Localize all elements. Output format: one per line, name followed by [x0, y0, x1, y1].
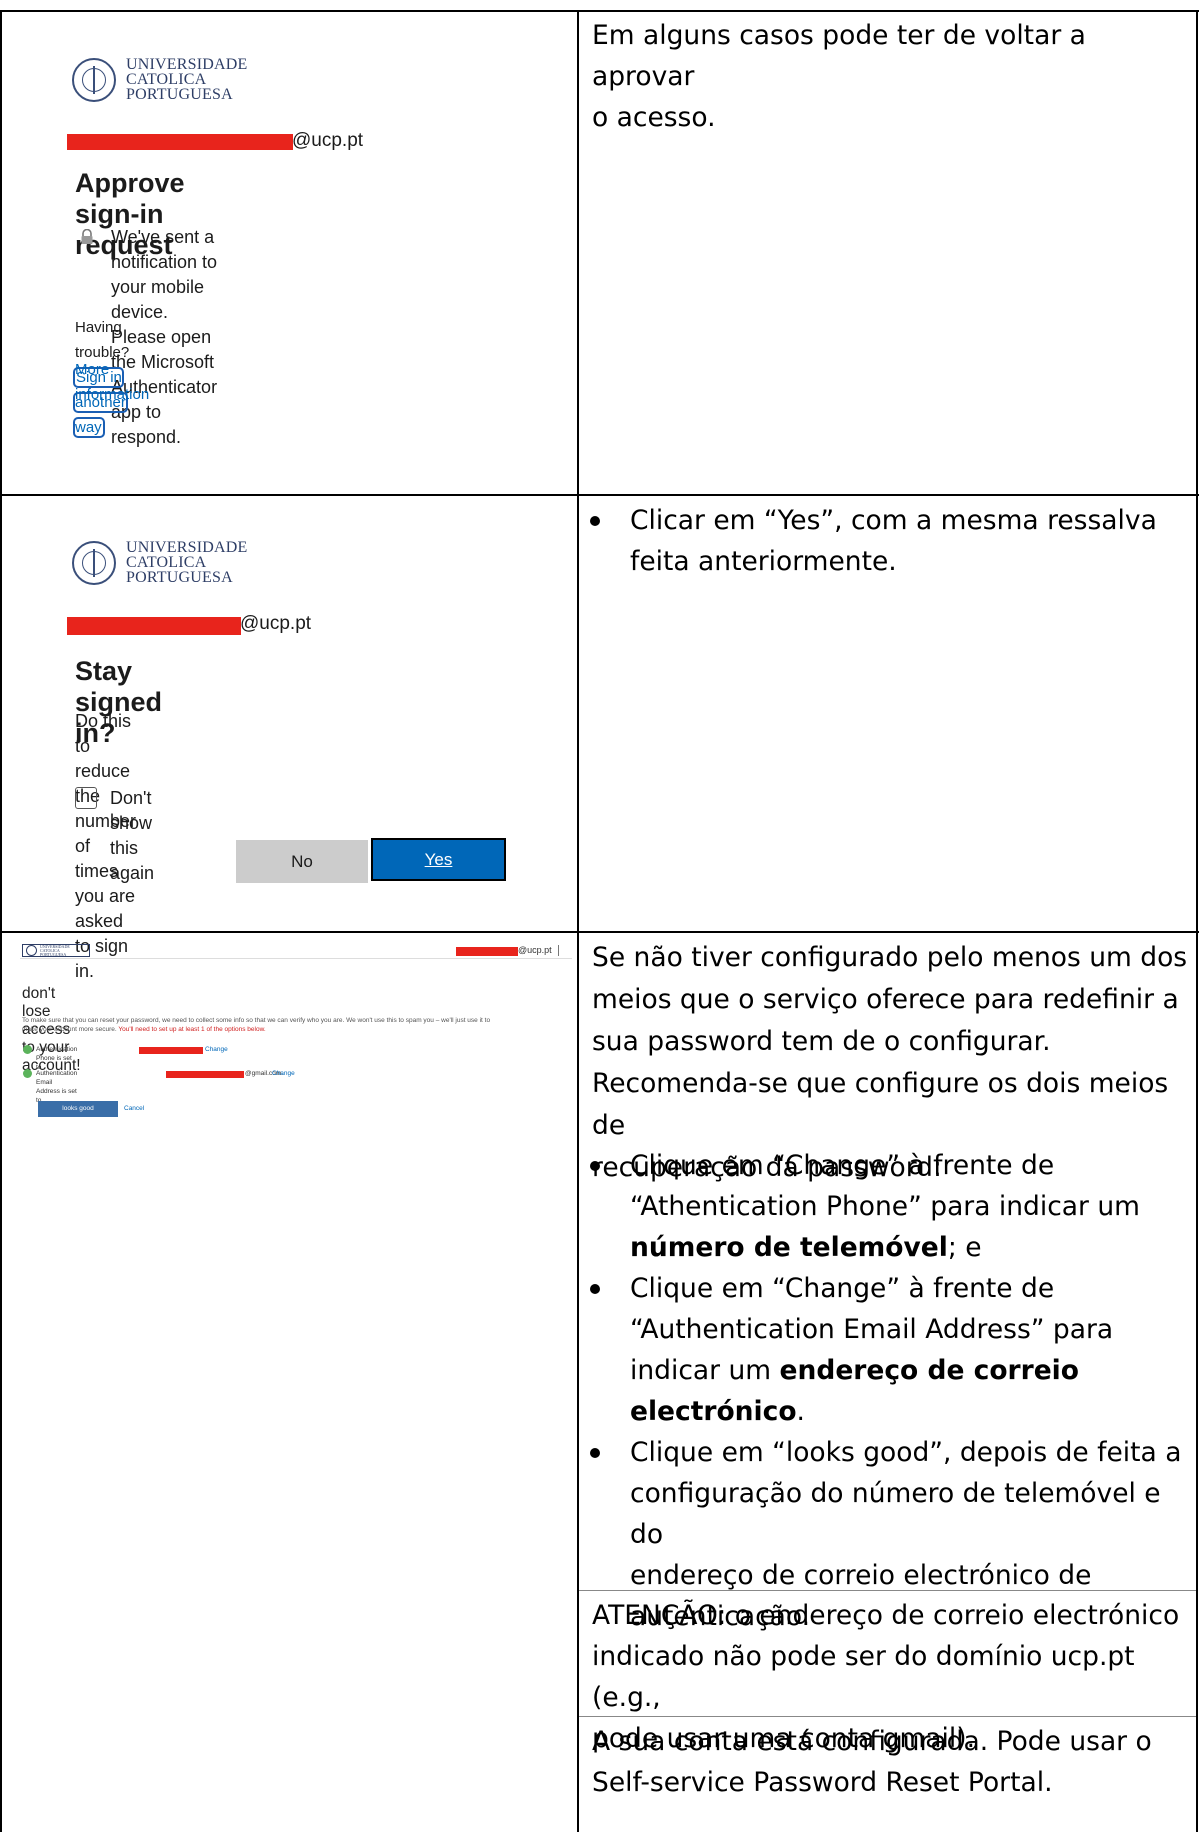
table-border-top [0, 10, 1199, 12]
change-email-instruction: Clique em “Change” à frente de “Authenti… [630, 1273, 1114, 1427]
ucp-logo-text: UNIVERSIDADE CATOLICA PORTUGUESA [126, 539, 248, 586]
redacted-auth-email [166, 1071, 244, 1078]
table-row-divider-2 [0, 931, 1199, 933]
auth-phone-row: Authentication Phone is set to [36, 1046, 78, 1071]
redacted-phone [139, 1047, 203, 1054]
dont-show-label: Don't show this again [110, 788, 155, 883]
dont-lose-access-description: To make sure that you can reset your pas… [22, 1017, 491, 1033]
mini-logo-text: UNIVERSIDADE CATOLICA PORTUGUESA [40, 943, 70, 957]
redacted-email-bar [67, 617, 241, 635]
lock-icon [80, 228, 94, 244]
mini-seal-icon [26, 945, 37, 956]
looks-good-button[interactable]: looks good [38, 1101, 118, 1117]
no-button[interactable]: No [236, 840, 368, 883]
final-note: A sua conta está configurada. Pode usar … [592, 1726, 1152, 1798]
dont-show-checkbox[interactable] [75, 787, 97, 809]
table-row-divider-1 [0, 494, 1199, 496]
ucp-logo: UNIVERSIDADE CATOLICA PORTUGUESA [72, 539, 248, 586]
change-phone-instruction: Clique em “Change” à frente de “Athentic… [630, 1150, 1140, 1263]
bullet-dot [590, 1284, 600, 1294]
account-email-suffix: @ucp.pt [240, 613, 312, 634]
change-email-link[interactable]: Change [272, 1069, 295, 1078]
row2-instruction: Clicar em “Yes”, com a mesma ressalva fe… [630, 505, 1157, 577]
ucp-logo-text: UNIVERSIDADE CATOLICA PORTUGUESA [126, 56, 248, 103]
row1-instruction: Em alguns casos pode ter de voltar a apr… [592, 20, 1086, 133]
more-information-link[interactable]: More information [75, 357, 149, 407]
yes-button[interactable]: Yes [371, 838, 506, 881]
change-phone-link[interactable]: Change [205, 1045, 228, 1054]
auth-email-row: Authentication Email Address is set to [36, 1070, 78, 1104]
email-check-icon [23, 1069, 32, 1078]
header-email-suffix: @ucp.pt [518, 945, 552, 955]
table-border-left [0, 10, 2, 1832]
mini-ucp-logo: UNIVERSIDADE CATOLICA PORTUGUESA [22, 944, 90, 957]
ucp-seal-icon [72, 57, 116, 102]
phone-check-icon [23, 1045, 32, 1054]
ucp-seal-icon [72, 540, 116, 585]
bullet-dot [590, 1161, 600, 1171]
having-trouble-label: Having trouble? [75, 319, 130, 361]
table-column-divider [577, 10, 579, 1832]
cancel-link[interactable]: Cancel [124, 1105, 144, 1112]
redacted-header-email [456, 947, 518, 956]
header-divider-icon [558, 945, 559, 956]
bullet-dot [590, 516, 600, 526]
ucp-logo: UNIVERSIDADE CATOLICA PORTUGUESA [72, 56, 248, 103]
bullet-dot [590, 1448, 600, 1458]
redacted-email-bar [67, 134, 293, 150]
account-email-suffix: @ucp.pt [292, 130, 364, 151]
